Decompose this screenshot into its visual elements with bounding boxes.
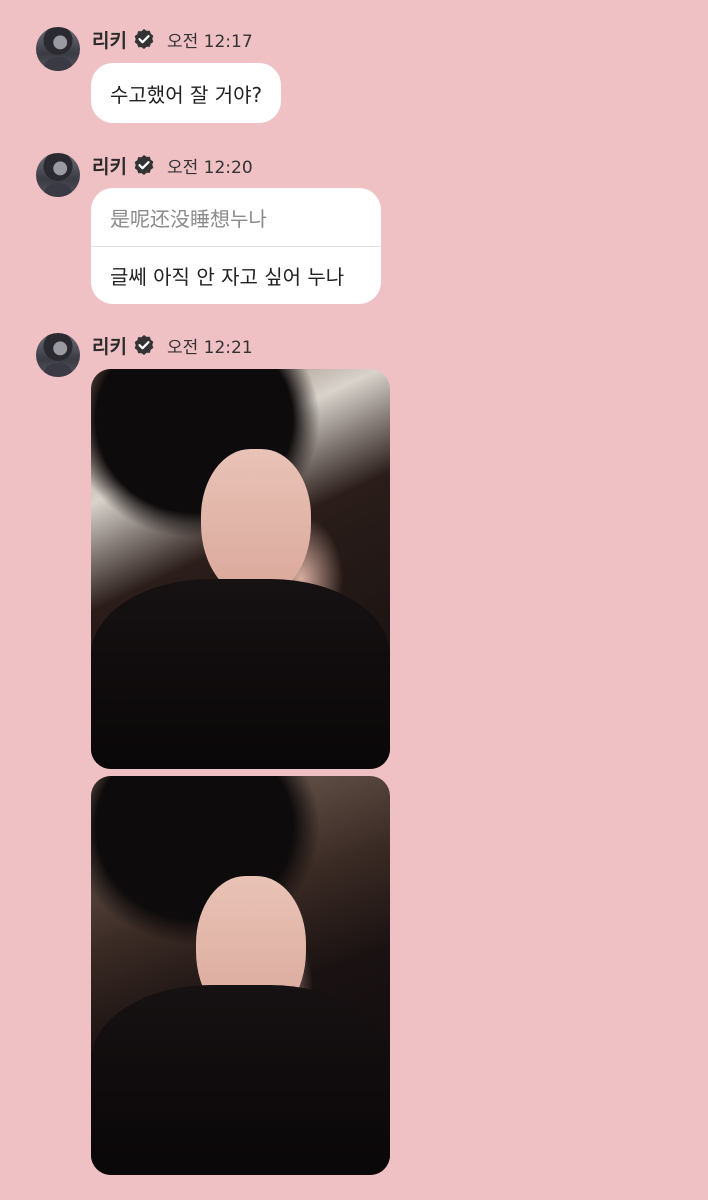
verified-badge-icon <box>133 334 155 356</box>
sender-name: 리키 <box>92 155 127 178</box>
message-text: 수고했어 잘 거야? <box>110 82 263 107</box>
sender-avatar[interactable] <box>36 27 80 71</box>
selfie-photo-1[interactable] <box>91 369 390 769</box>
selfie-photo-2[interactable] <box>91 776 390 1175</box>
photo-shirt <box>91 985 390 1175</box>
sender-avatar[interactable] <box>36 333 80 377</box>
message-header: 리키 오전 12:20 <box>92 152 253 178</box>
message-bubble[interactable]: 수고했어 잘 거야? <box>91 63 282 123</box>
translation-text: 글쎄 아직 안 자고 싶어 누나 <box>110 265 345 289</box>
translated-message-bubble[interactable]: 是呢还没睡想누나 글쎄 아직 안 자고 싶어 누나 <box>91 188 381 304</box>
sender-name: 리키 <box>92 29 127 52</box>
message-time: 오전 12:17 <box>166 31 253 52</box>
message-header: 리키 오전 12:17 <box>92 26 253 52</box>
photo-face <box>201 449 311 599</box>
original-text: 是呢还没睡想누나 <box>91 188 381 247</box>
verified-badge-icon <box>133 28 155 50</box>
sender-name: 리키 <box>92 335 127 358</box>
photo-shirt <box>91 579 390 769</box>
sender-avatar[interactable] <box>36 153 80 197</box>
message-header: 리키 오전 12:21 <box>92 332 253 358</box>
message-time: 오전 12:20 <box>166 157 253 178</box>
verified-badge-icon <box>133 154 155 176</box>
message-time: 오전 12:21 <box>166 337 253 358</box>
